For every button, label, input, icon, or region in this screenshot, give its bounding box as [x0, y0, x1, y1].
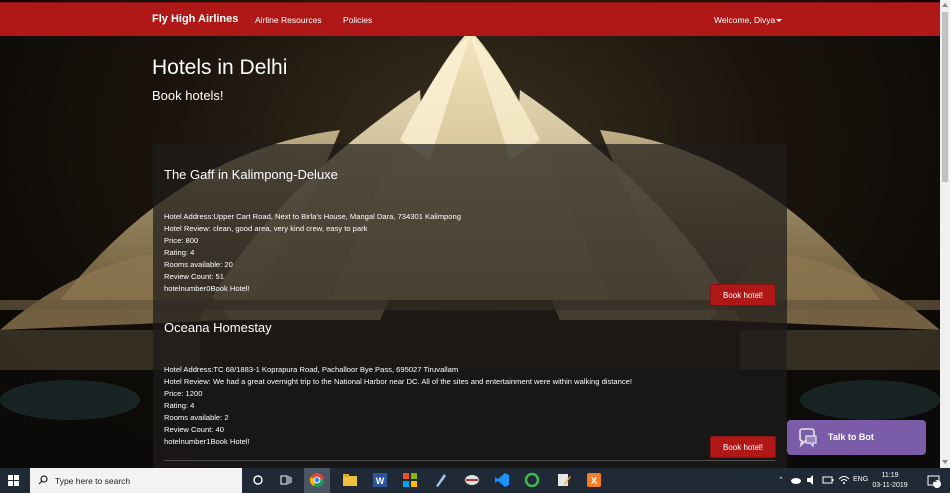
nav-link-airline-resources[interactable]: Airline Resources [255, 15, 322, 25]
hotel-name: Oceana Homestay [164, 320, 272, 335]
hotel-footer-text: hotelnumber1Book Hotel! [164, 437, 250, 446]
wifi-icon[interactable] [838, 474, 850, 486]
hotel-review-count: Review Count: 40 [164, 425, 224, 434]
xampp-icon[interactable]: X [586, 472, 602, 488]
notepad-icon[interactable] [432, 472, 448, 488]
file-explorer-icon[interactable] [342, 472, 358, 488]
divider [164, 460, 776, 461]
app-icon[interactable] [464, 472, 480, 488]
hotel-price: Price: 800 [164, 236, 199, 245]
scroll-thumb[interactable] [942, 12, 948, 182]
chat-bubble-icon [799, 428, 817, 448]
hotel-address: Hotel Address:Upper Cart Road, Next to B… [164, 212, 461, 221]
volume-icon[interactable] [806, 474, 818, 486]
svg-text:X: X [591, 476, 598, 487]
hotel-price: Price: 1200 [164, 389, 203, 398]
clock-time: 11:19 [881, 472, 899, 479]
battery-icon[interactable] [822, 474, 834, 486]
hotel-review-count: Review Count: 51 [164, 272, 224, 281]
windows-start-icon[interactable] [8, 475, 19, 486]
clock-date: 03-11-2019 [872, 482, 908, 489]
language-indicator[interactable]: ENG [853, 476, 868, 483]
hotel-rooms: Rooms available: 20 [164, 260, 233, 269]
hotel-review: Hotel Review: We had a great overnight t… [164, 377, 632, 386]
notification-count: 2 [934, 478, 938, 484]
nav-link-policies[interactable]: Policies [343, 15, 372, 25]
store-icon[interactable] [402, 472, 418, 488]
task-view-icon[interactable] [278, 472, 294, 488]
book-hotel-button[interactable]: Book hotel! [710, 436, 776, 458]
taskbar-search-box[interactable]: Type here to search [30, 468, 242, 493]
brand-link[interactable]: Fly High Airlines [152, 13, 238, 25]
caret-down-icon [776, 19, 783, 23]
talk-to-bot-label: Talk to Bot [828, 432, 874, 442]
cortana-icon[interactable] [250, 472, 266, 488]
svg-text:W: W [376, 476, 385, 486]
scroll-down-arrow-icon[interactable] [942, 460, 948, 464]
page-subtitle: Book hotels! [152, 88, 224, 103]
search-placeholder: Type here to search [55, 476, 131, 486]
hotel-footer-text: hotelnumber0Book Hotel! [164, 284, 250, 293]
hotel-details: Hotel Address:TC 68/1883-1 Koprapura Roa… [164, 364, 632, 448]
cloud-icon[interactable] [790, 474, 802, 486]
page-title: Hotels in Delhi [152, 56, 288, 79]
search-icon [38, 475, 48, 485]
hotel-address: Hotel Address:TC 68/1883-1 Koprapura Roa… [164, 365, 459, 374]
clock[interactable]: 11:19 03-11-2019 [870, 471, 910, 491]
talk-to-bot-button[interactable]: Talk to Bot [787, 420, 926, 455]
vscode-icon[interactable] [494, 472, 510, 488]
navbar: Fly High Airlines Airline Resources Poli… [0, 2, 940, 36]
scroll-up-arrow-icon[interactable] [942, 3, 948, 7]
welcome-text: Welcome, Divya [714, 15, 776, 25]
page-scrollbar[interactable] [940, 0, 950, 468]
tray-chevron-up-icon[interactable]: ⌃ [778, 476, 784, 484]
book-hotel-button[interactable]: Book hotel! [710, 284, 776, 306]
hotel-rating: Rating: 4 [164, 401, 195, 410]
circle-app-icon[interactable] [524, 472, 540, 488]
windows-taskbar: Type here to search W X ⌃ ENG 11:19 03-1… [0, 468, 950, 493]
editor-icon[interactable] [556, 472, 572, 488]
hotel-review: Hotel Review: clean, good area, very kin… [164, 224, 368, 233]
hotels-panel: The Gaff in Kalimpong-Deluxe Hotel Addre… [153, 144, 787, 468]
hotel-rating: Rating: 4 [164, 248, 195, 257]
user-menu-dropdown[interactable]: Welcome, Divya [714, 15, 783, 25]
hotel-details: Hotel Address:Upper Cart Road, Next to B… [164, 211, 461, 295]
hotel-name: The Gaff in Kalimpong-Deluxe [164, 167, 338, 182]
hotel-rooms: Rooms available: 2 [164, 413, 229, 422]
word-icon[interactable]: W [372, 472, 388, 488]
chrome-icon[interactable] [309, 472, 325, 488]
